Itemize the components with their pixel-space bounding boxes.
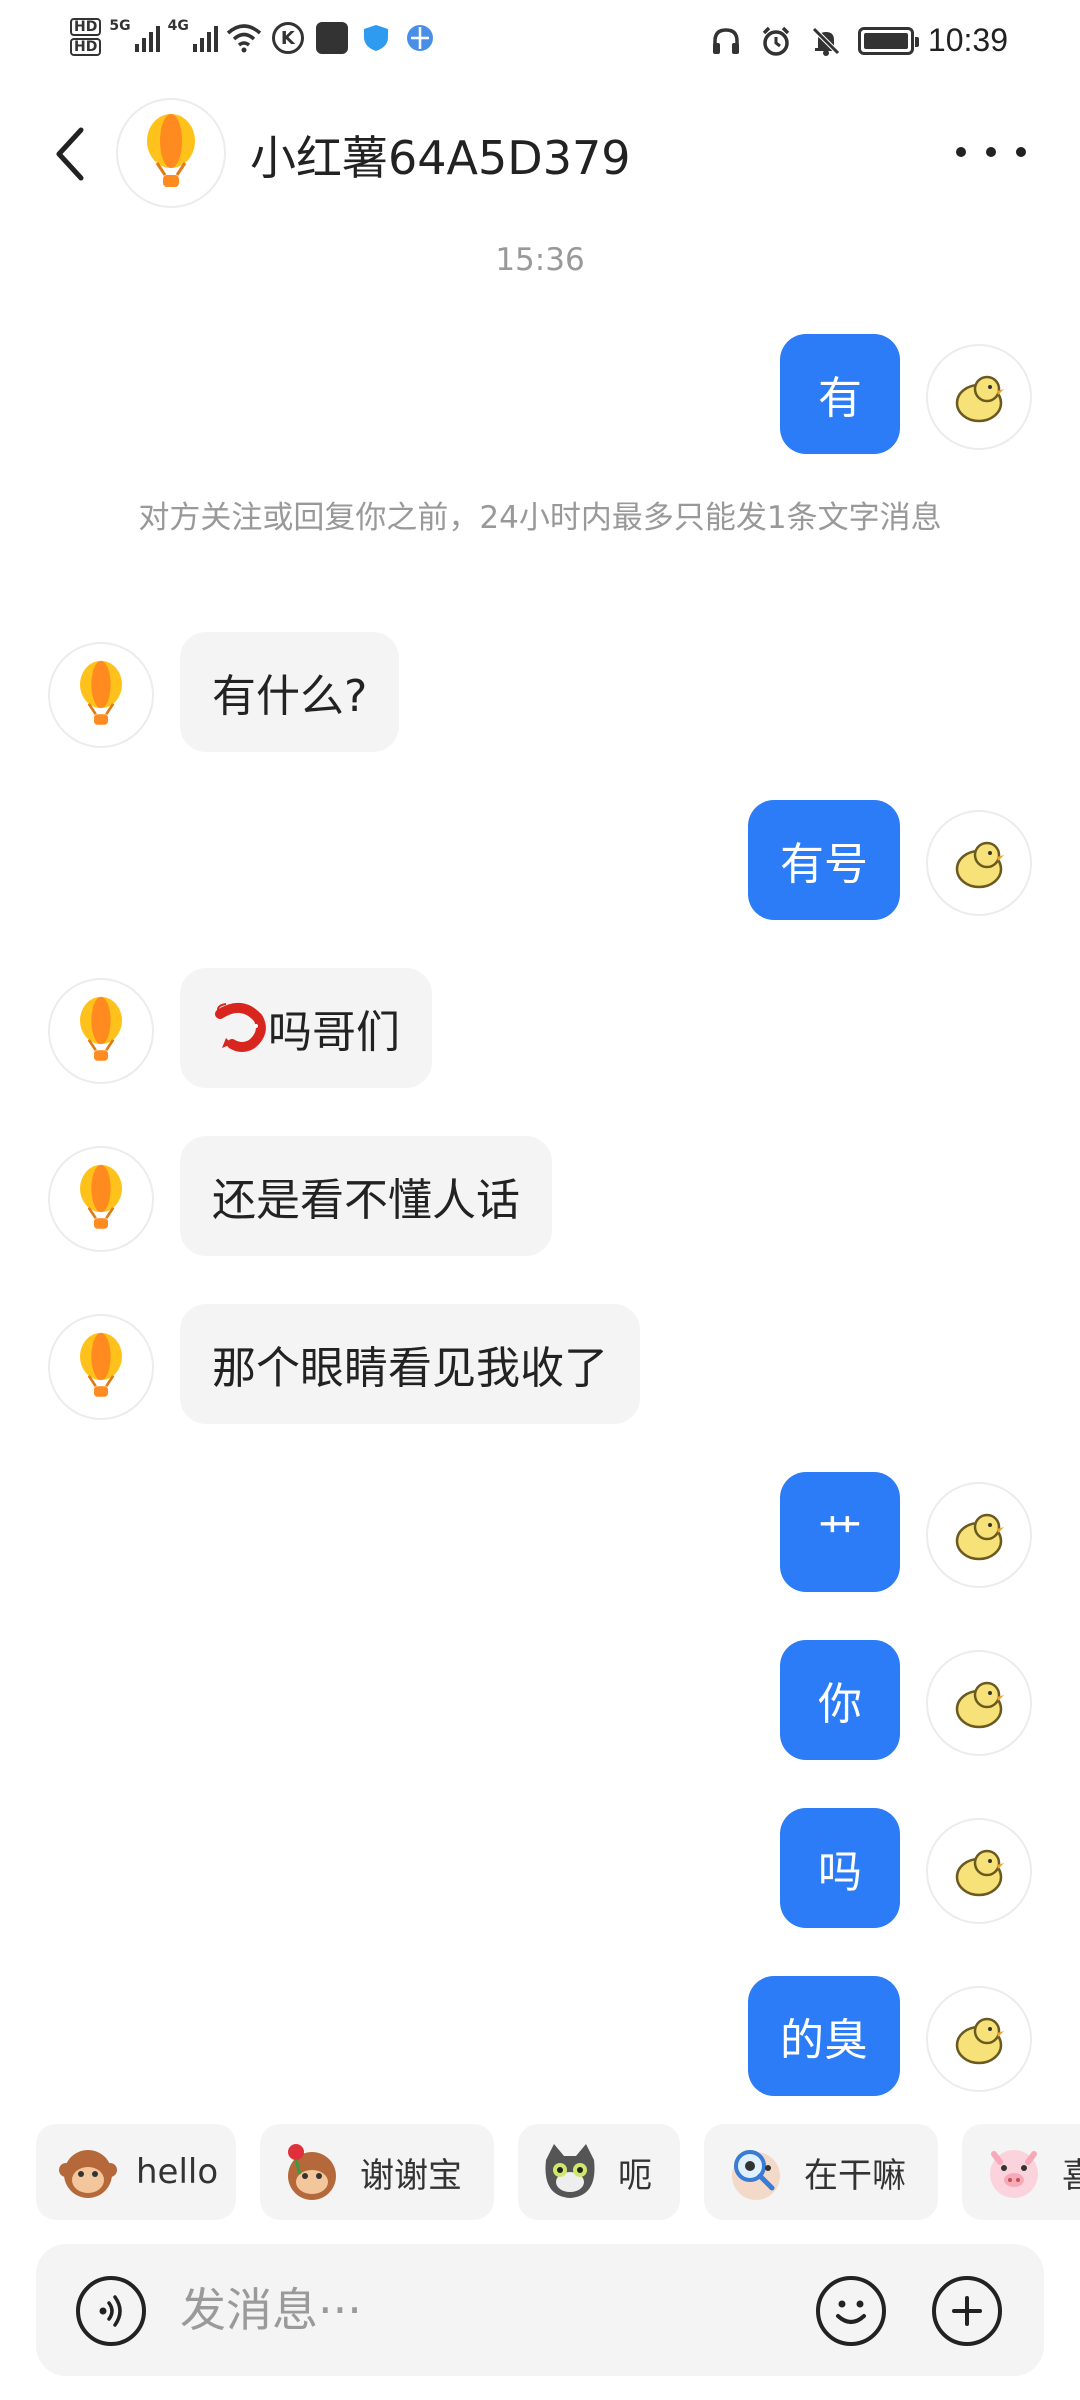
- signal-icon: [134, 24, 160, 52]
- shrimp-icon: [215, 1003, 266, 1052]
- message-row-incoming: 有什么?: [0, 632, 1080, 752]
- alarm-icon: [758, 23, 794, 59]
- sticker-chip-uh[interactable]: 呃: [518, 2124, 680, 2220]
- chat-title: 小红薯64A5D379: [250, 131, 631, 185]
- chick-icon: [955, 2017, 1004, 2065]
- balloon-icon: [80, 660, 122, 725]
- contact-avatar[interactable]: [48, 1146, 154, 1252]
- message-composer: [36, 2244, 1044, 2376]
- chevron-left-icon: [56, 127, 84, 181]
- voice-input-button[interactable]: [76, 2276, 146, 2346]
- message-bubble-outgoing[interactable]: 你: [780, 1640, 900, 1760]
- sticker-label: hello: [136, 2152, 219, 2192]
- chick-icon: [955, 1681, 1004, 1729]
- message-row-incoming: 那个眼睛看见我收了: [0, 1304, 1080, 1424]
- my-avatar[interactable]: [926, 1818, 1032, 1924]
- headphones-icon: [708, 23, 744, 59]
- message-bubble-outgoing[interactable]: 有号: [748, 800, 900, 920]
- network-5g-label: 5G: [109, 18, 131, 34]
- sticker-chip-hello[interactable]: hello: [36, 2124, 236, 2220]
- my-avatar[interactable]: [926, 1482, 1032, 1588]
- chick-icon: [955, 1513, 1004, 1561]
- chick-icon: [955, 1849, 1004, 1897]
- my-avatar[interactable]: [926, 344, 1032, 450]
- my-avatar[interactable]: [926, 1650, 1032, 1756]
- message-row-incoming: 还是看不懂人话: [0, 1136, 1080, 1256]
- shield-icon: [358, 20, 394, 56]
- message-bubble-incoming[interactable]: 那个眼睛看见我收了: [180, 1304, 640, 1424]
- sticker-label: 在干嘛: [804, 2155, 906, 2196]
- k-app-icon: K: [270, 20, 306, 56]
- contact-avatar[interactable]: [48, 1314, 154, 1420]
- message-row-incoming: 吗哥们: [0, 968, 1080, 1088]
- message-bubble-outgoing[interactable]: 有: [780, 334, 900, 454]
- sticker-label: 喜: [1062, 2155, 1080, 2196]
- voice-icon: [99, 2295, 122, 2327]
- message-timestamp: 15:36: [495, 242, 585, 278]
- chick-icon: [955, 841, 1004, 889]
- message-bubble-outgoing[interactable]: 吗: [780, 1808, 900, 1928]
- status-time: 10:39: [927, 22, 1008, 58]
- browser-icon: [402, 20, 438, 56]
- back-button[interactable]: [46, 122, 94, 186]
- my-avatar[interactable]: [926, 810, 1032, 916]
- monkey-rose-icon: [280, 2140, 344, 2204]
- hd-icon: HD HD: [70, 18, 102, 58]
- contact-avatar[interactable]: [48, 642, 154, 748]
- network-4g-label: 4G: [167, 18, 189, 34]
- signal-icon: [192, 24, 218, 52]
- magnifier-face-icon: [724, 2140, 788, 2204]
- contact-avatar[interactable]: [48, 978, 154, 1084]
- message-bubble-incoming[interactable]: 还是看不懂人话: [180, 1136, 552, 1256]
- status-left: HD HD 5G 4G K: [70, 18, 438, 58]
- sticker-chip-what-doing[interactable]: 在干嘛: [704, 2124, 938, 2220]
- sticker-suggestions: hello 谢谢宝 呃 在干嘛 喜: [36, 2124, 1080, 2220]
- message-row-outgoing: 的臭: [0, 1976, 1080, 2096]
- message-input[interactable]: [180, 2274, 800, 2346]
- more-dots-icon: [956, 147, 966, 157]
- sticker-label: 谢谢宝: [360, 2155, 462, 2196]
- more-button[interactable]: [956, 132, 1026, 172]
- more-actions-button[interactable]: [932, 2276, 1002, 2346]
- message-bubble-incoming[interactable]: 有什么?: [180, 632, 400, 752]
- status-bar: HD HD 5G 4G K 10:39: [0, 0, 1080, 92]
- wifi-icon: [226, 20, 262, 56]
- message-bubble-incoming[interactable]: 吗哥们: [180, 968, 432, 1088]
- balloon-icon: [80, 1164, 122, 1229]
- message-row-outgoing: 有号: [0, 800, 1080, 920]
- battery-icon: [857, 26, 919, 55]
- balloon-icon: [147, 114, 195, 187]
- message-text: 吗哥们: [268, 1007, 400, 1058]
- pig-icon: [982, 2140, 1046, 2204]
- smiley-icon: [836, 2300, 866, 2324]
- sticker-chip-like[interactable]: 喜: [962, 2124, 1080, 2220]
- sticker-label: 呃: [618, 2155, 652, 2196]
- contact-avatar[interactable]: [116, 98, 226, 208]
- my-avatar[interactable]: [926, 1986, 1032, 2092]
- balloon-icon: [80, 1332, 122, 1397]
- message-bubble-outgoing[interactable]: 的臭: [748, 1976, 900, 2096]
- message-row-outgoing: 你: [0, 1640, 1080, 1760]
- message-bubble-outgoing[interactable]: 艹: [780, 1472, 900, 1592]
- bell-muted-icon: [808, 23, 844, 59]
- balloon-icon: [80, 996, 122, 1061]
- message-row-outgoing: 吗: [0, 1808, 1080, 1928]
- cat-icon: [538, 2140, 602, 2204]
- sticker-chip-thanks[interactable]: 谢谢宝: [260, 2124, 494, 2220]
- emoji-button[interactable]: [816, 2276, 886, 2346]
- chick-icon: [955, 375, 1004, 423]
- message-row-outgoing: 艹: [0, 1472, 1080, 1592]
- message-row-outgoing: 有: [0, 334, 1080, 454]
- monkey-hello-icon: [56, 2140, 120, 2204]
- chat-header: 小红薯64A5D379: [0, 92, 1080, 218]
- message-limit-notice: 对方关注或回复你之前，24小时内最多只能发1条文字消息: [138, 500, 942, 536]
- status-right: 10:39: [708, 22, 1008, 59]
- bag-icon: [314, 20, 350, 56]
